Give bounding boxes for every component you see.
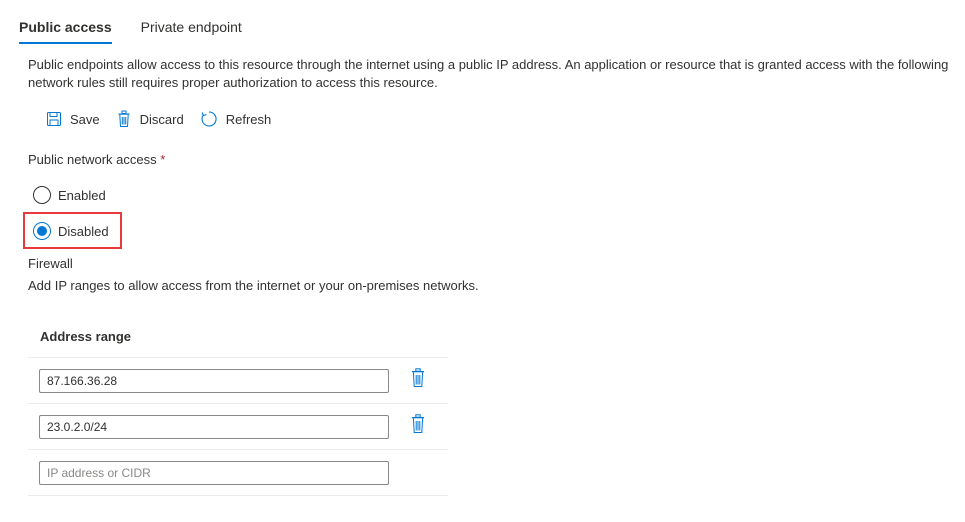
address-range-header: Address range bbox=[28, 316, 448, 358]
address-range-input-2[interactable] bbox=[39, 415, 389, 439]
save-label: Save bbox=[70, 111, 100, 127]
new-address-range-input[interactable] bbox=[39, 461, 389, 485]
public-network-access-label: Public network access * bbox=[28, 152, 165, 167]
save-icon bbox=[47, 112, 61, 126]
delete-icon[interactable] bbox=[410, 414, 426, 434]
command-bar: Save Discard Refresh bbox=[46, 108, 287, 130]
required-marker: * bbox=[160, 152, 166, 167]
save-button[interactable]: Save bbox=[46, 111, 100, 127]
refresh-button[interactable]: Refresh bbox=[200, 110, 272, 128]
trash-icon bbox=[118, 110, 130, 127]
address-range-table: Address range bbox=[28, 316, 448, 496]
refresh-label: Refresh bbox=[225, 111, 272, 127]
table-row bbox=[28, 358, 448, 404]
public-access-description: Public endpoints allow access to this re… bbox=[28, 57, 949, 90]
address-range-input-1[interactable] bbox=[39, 369, 389, 393]
firewall-title: Firewall bbox=[28, 256, 73, 271]
radio-enabled-label: Enabled bbox=[58, 187, 106, 203]
table-row bbox=[28, 450, 448, 496]
refresh-icon bbox=[201, 111, 217, 127]
radio-disabled-label: Disabled bbox=[58, 223, 109, 239]
radio-enabled[interactable]: Enabled bbox=[33, 186, 106, 204]
firewall-description: Add IP ranges to allow access from the i… bbox=[28, 278, 479, 293]
table-row bbox=[28, 404, 448, 450]
tab-private-endpoint[interactable]: Private endpoint bbox=[141, 0, 242, 46]
discard-label: Discard bbox=[139, 111, 184, 127]
networking-page: Public access Private endpoint Public en… bbox=[0, 0, 965, 522]
public-network-access-text: Public network access bbox=[28, 152, 157, 167]
tab-bar: Public access Private endpoint bbox=[19, 0, 271, 46]
delete-icon[interactable] bbox=[410, 368, 426, 388]
discard-button[interactable]: Discard bbox=[116, 110, 184, 128]
radio-enabled-circle[interactable] bbox=[33, 186, 51, 204]
radio-disabled-circle[interactable] bbox=[33, 222, 51, 240]
radio-disabled[interactable]: Disabled bbox=[33, 222, 109, 240]
tab-public-access[interactable]: Public access bbox=[19, 0, 112, 46]
